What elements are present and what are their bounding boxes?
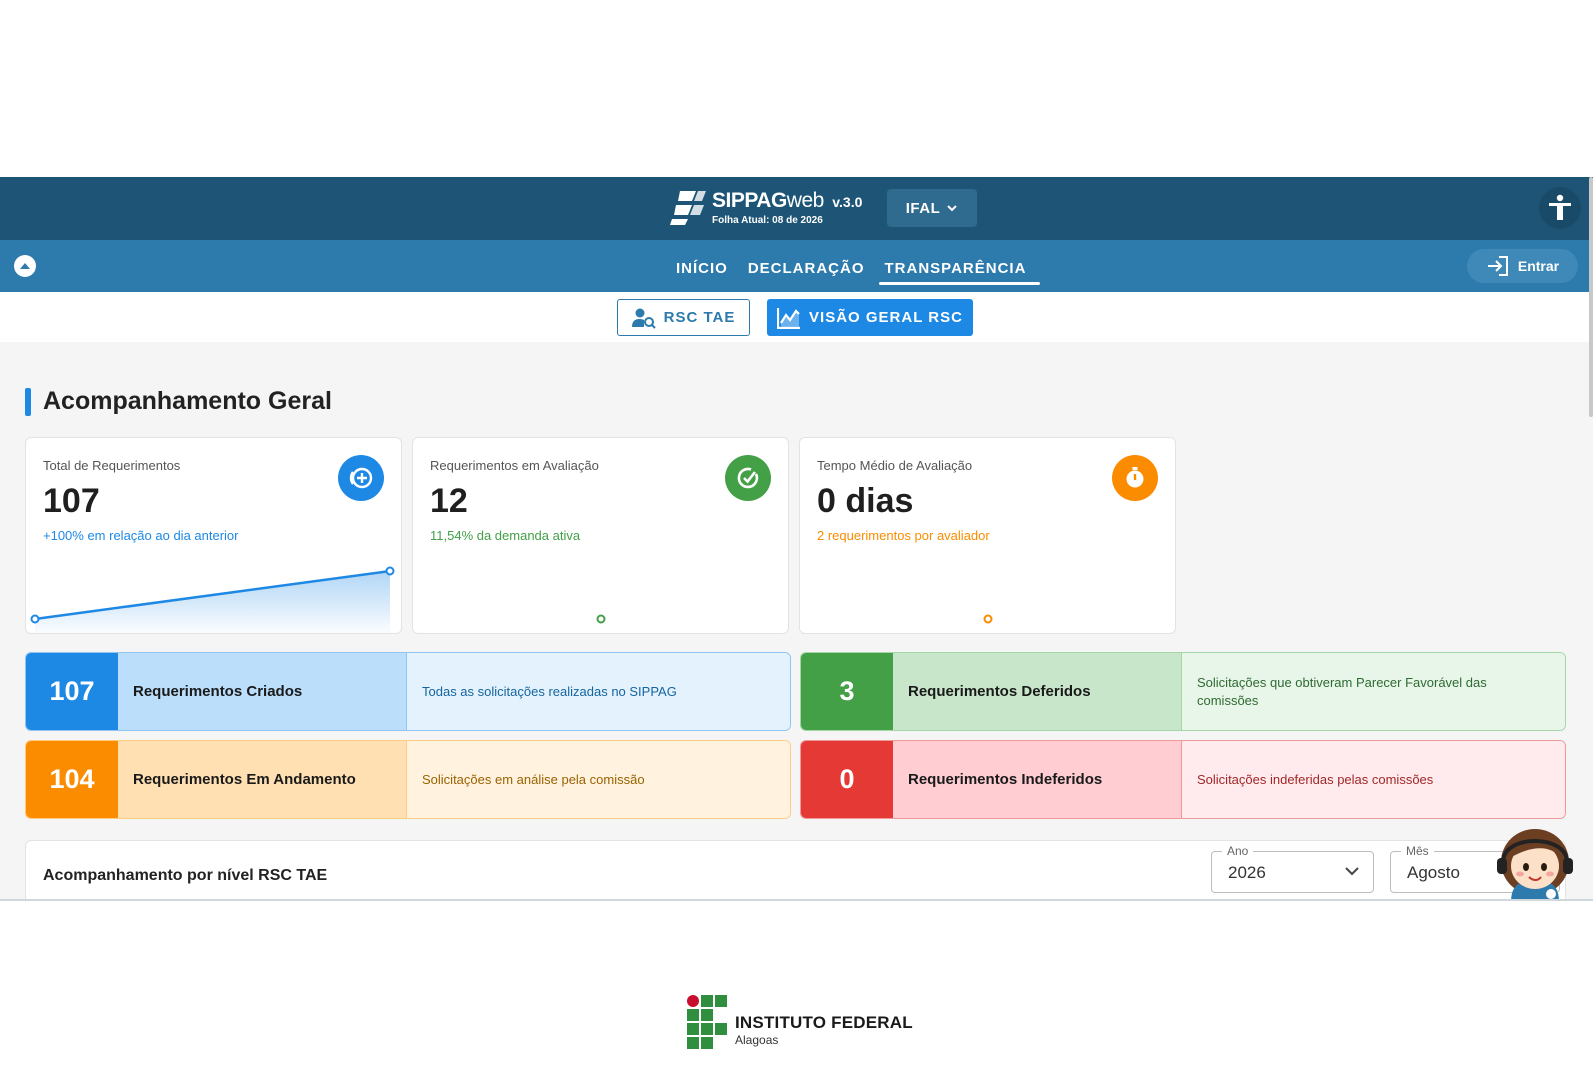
stat-created: 107 Requerimentos Criados Todas as solic… — [25, 652, 791, 731]
nav-collapse-button[interactable] — [14, 255, 36, 277]
level-tracking-card: Acompanhamento por nível RSC TAE Ano 202… — [25, 840, 1566, 900]
brand-name-bold: SIPPAG — [712, 188, 787, 212]
stat-number: 107 — [26, 653, 118, 730]
org-selector-label: IFAL — [905, 199, 941, 217]
kpi-value: 12 — [430, 482, 468, 520]
nav-items: INÍCIO DECLARAÇÃO TRANSPARÊNCIA — [666, 240, 1041, 292]
rsc-tae-button[interactable]: RSC TAE — [617, 299, 750, 336]
nav-item-label: TRANSPARÊNCIA — [884, 259, 1027, 277]
chevron-down-icon — [1345, 867, 1359, 876]
top-blank-area — [0, 0, 1593, 177]
kpi-value: 107 — [43, 482, 100, 520]
kpi-card-total: Total de Requerimentos 107 +100% em rela… — [25, 437, 402, 634]
stat-description: Solicitações indeferidas pelas comissões — [1181, 741, 1565, 818]
stat-in-progress: 104 Requerimentos Em Andamento Solicitaç… — [25, 740, 791, 819]
kpi-label: Requerimentos em Avaliação — [430, 458, 599, 473]
nav-item-inicio[interactable]: INÍCIO — [666, 240, 738, 292]
nav-item-transparencia[interactable]: TRANSPARÊNCIA — [875, 240, 1041, 292]
stat-rejected: 0 Requerimentos Indeferidos Solicitações… — [800, 740, 1566, 819]
stat-description: Solicitações que obtiveram Parecer Favor… — [1181, 653, 1565, 730]
line-chart-icon — [777, 307, 801, 329]
nav-item-label: INÍCIO — [676, 259, 728, 277]
kpi-sparkline — [596, 614, 606, 624]
check-circle-icon — [725, 455, 771, 501]
kpi-note: +100% em relação ao dia anterior — [43, 528, 239, 543]
overview-rsc-label: VISÃO GERAL RSC — [809, 309, 963, 326]
add-circle-icon — [338, 455, 384, 501]
brand-name-light: web — [786, 188, 825, 212]
accessibility-button[interactable] — [1539, 187, 1581, 229]
section-title: Acompanhamento Geral — [25, 387, 332, 416]
kpi-card-avg-time: Tempo Médio de Avaliação 0 dias 2 requer… — [799, 437, 1176, 634]
stat-number: 104 — [26, 741, 118, 818]
month-select-label: Mês — [1401, 844, 1434, 858]
institution-campus: Alagoas — [735, 1033, 779, 1047]
stat-title: Requerimentos Em Andamento — [118, 741, 406, 818]
login-button[interactable]: Entrar — [1467, 249, 1578, 283]
kpi-value: 0 dias — [817, 482, 914, 520]
brand-text: SIPPAGweb v.3.0 Folha Atual: 08 de 2026 — [712, 189, 862, 226]
stat-title: Requerimentos Indeferidos — [893, 741, 1181, 818]
accessibility-icon — [1549, 194, 1571, 220]
stat-title: Requerimentos Deferidos — [893, 653, 1181, 730]
stat-description: Solicitações em análise pela comissão — [406, 741, 790, 818]
year-select-label: Ano — [1222, 844, 1254, 858]
year-select[interactable]: Ano 2026 — [1211, 844, 1374, 893]
stat-title: Requerimentos Criados — [118, 653, 406, 730]
current-payroll-label: Folha Atual: 08 de 2026 — [712, 214, 823, 226]
level-card-title: Acompanhamento por nível RSC TAE — [43, 867, 328, 884]
overview-rsc-button[interactable]: VISÃO GERAL RSC — [767, 299, 973, 336]
month-select-value: Agosto — [1407, 863, 1460, 882]
stat-number: 3 — [801, 653, 893, 730]
kpi-sparkline — [983, 614, 993, 624]
virtual-assistant-avatar-icon[interactable] — [1493, 822, 1577, 900]
top-header: SIPPAGweb v.3.0 Folha Atual: 08 de 2026 … — [0, 177, 1593, 240]
stat-approved: 3 Requerimentos Deferidos Solicitações q… — [800, 652, 1566, 731]
kpi-sparkline — [30, 566, 395, 633]
sippag-logo-icon — [670, 191, 706, 225]
brand-name: SIPPAGweb — [712, 189, 824, 212]
main-nav: INÍCIO DECLARAÇÃO TRANSPARÊNCIA Entrar — [0, 240, 1593, 292]
institution-name: INSTITUTO FEDERAL — [735, 1013, 913, 1032]
section-title-accent — [25, 387, 31, 416]
chevron-down-icon — [947, 205, 957, 212]
section-title-text: Acompanhamento Geral — [43, 387, 332, 415]
kpi-label: Tempo Médio de Avaliação — [817, 458, 973, 473]
kpi-note: 11,54% da demanda ativa — [430, 528, 581, 543]
sub-navigation: RSC TAE VISÃO GERAL RSC — [0, 292, 1593, 342]
stat-description: Todas as solicitações realizadas no SIPP… — [406, 653, 790, 730]
timer-icon — [1112, 455, 1158, 501]
app-window: SIPPAGweb v.3.0 Folha Atual: 08 de 2026 … — [0, 177, 1593, 900]
stat-number: 0 — [801, 741, 893, 818]
login-icon — [1487, 256, 1508, 276]
ifal-logo-icon — [687, 995, 727, 1049]
nav-item-label: DECLARAÇÃO — [747, 259, 865, 277]
chevron-up-icon — [20, 263, 30, 269]
nav-item-declaracao[interactable]: DECLARAÇÃO — [738, 240, 875, 292]
institution-logo: INSTITUTO FEDERAL Alagoas — [687, 995, 913, 1049]
app-bottom-divider — [0, 899, 1593, 901]
page-scrollbar[interactable] — [1589, 177, 1593, 417]
brand-version: v.3.0 — [832, 193, 863, 210]
rsc-tae-label: RSC TAE — [663, 309, 736, 326]
institution-text: INSTITUTO FEDERAL Alagoas — [735, 1013, 913, 1047]
kpi-card-evaluation: Requerimentos em Avaliação 12 11,54% da … — [412, 437, 789, 634]
brand[interactable]: SIPPAGweb v.3.0 Folha Atual: 08 de 2026 — [670, 187, 862, 227]
org-selector-button[interactable]: IFAL — [887, 189, 977, 227]
person-search-icon — [631, 308, 656, 329]
login-label: Entrar — [1517, 258, 1560, 274]
kpi-label: Total de Requerimentos — [43, 458, 181, 473]
kpi-note: 2 requerimentos por avaliador — [817, 528, 990, 543]
year-select-value: 2026 — [1228, 863, 1266, 882]
